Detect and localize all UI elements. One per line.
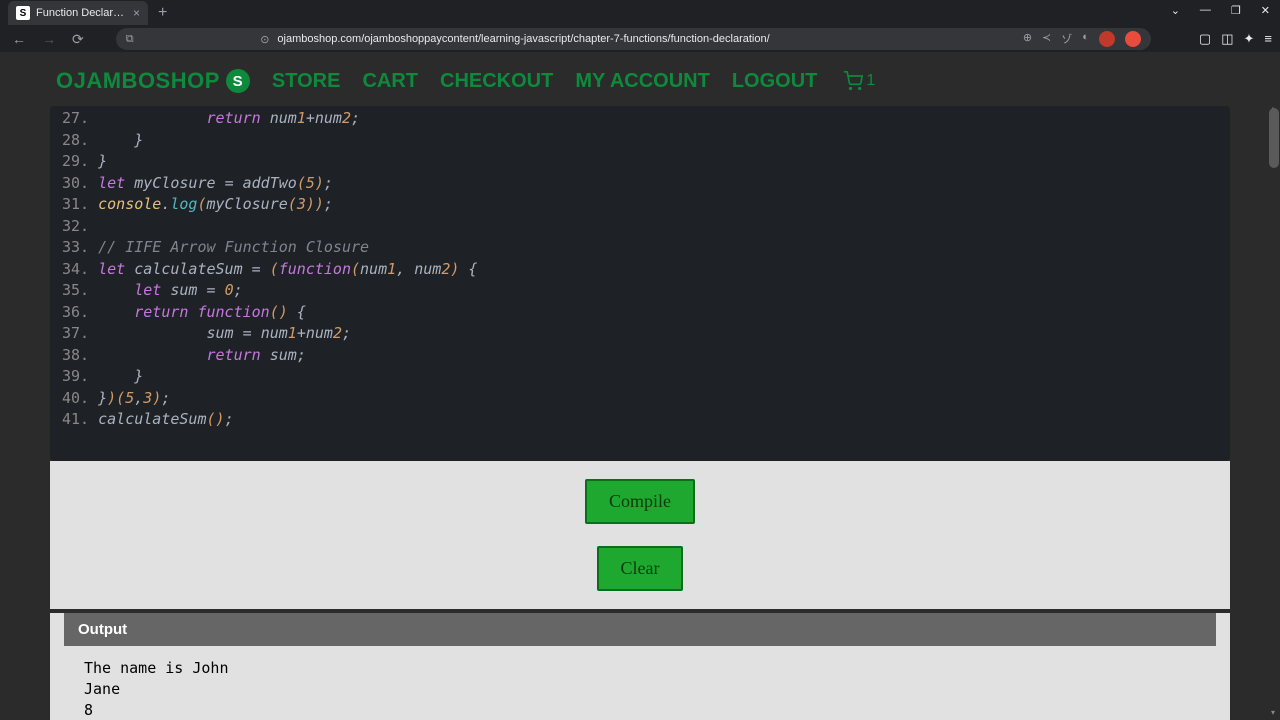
browser-chrome: S Function Declaration - Ojam × + ⌄ — ❐ … xyxy=(0,0,1280,52)
url-actions: ⊕ ≺ ゾ ◐ xyxy=(1023,31,1141,47)
sparkle-icon[interactable]: ✦ xyxy=(1244,31,1255,47)
content-area: 27. return num1+num2;28. }29. }30. let m… xyxy=(0,106,1280,720)
nav-cart[interactable]: CART xyxy=(362,70,418,93)
scrollbar-thumb[interactable] xyxy=(1269,108,1279,168)
menu-icon[interactable]: ≡ xyxy=(1264,31,1272,47)
zoom-icon[interactable]: ⊕ xyxy=(1023,31,1032,47)
output-header: Output xyxy=(64,613,1216,646)
extension-badge-2[interactable] xyxy=(1125,31,1141,47)
scroll-down-icon[interactable]: ▾ xyxy=(1268,708,1278,718)
scrollbar-track[interactable]: ▴ ▾ xyxy=(1268,52,1280,720)
bookmark-icon[interactable]: ⧉ xyxy=(126,33,134,46)
tab-favicon: S xyxy=(16,6,30,20)
cart-widget[interactable]: 1 xyxy=(843,71,875,91)
code-line: 27. return num1+num2; xyxy=(62,108,1218,130)
new-tab-button[interactable]: + xyxy=(158,4,167,22)
code-editor[interactable]: 27. return num1+num2;28. }29. }30. let m… xyxy=(50,106,1230,461)
nav-logout[interactable]: LOGOUT xyxy=(732,70,818,93)
back-button[interactable]: ← xyxy=(8,29,30,49)
nav-myaccount[interactable]: MY ACCOUNT xyxy=(575,70,709,93)
sidebar-icon[interactable]: ◫ xyxy=(1221,31,1233,47)
reload-button[interactable]: ⟳ xyxy=(68,29,88,50)
code-line: 30. let myClosure = addTwo(5); xyxy=(62,173,1218,195)
output-line: 8 xyxy=(84,700,1196,720)
logo-text: OJAMBOSHOP xyxy=(56,68,220,94)
button-area: Compile Clear xyxy=(50,461,1230,609)
close-window-icon[interactable]: ✕ xyxy=(1255,2,1276,19)
compile-button[interactable]: Compile xyxy=(585,479,695,524)
panel-icon[interactable]: ▢ xyxy=(1199,31,1211,47)
code-line: 40. })(5,3); xyxy=(62,388,1218,410)
output-section: Output The name is JohnJane8 xyxy=(50,613,1230,720)
code-line: 28. } xyxy=(62,130,1218,152)
code-line: 34. let calculateSum = (function(num1, n… xyxy=(62,259,1218,281)
tab-title: Function Declaration - Ojam xyxy=(36,7,127,19)
output-line: The name is John xyxy=(84,658,1196,679)
cart-icon xyxy=(843,71,863,91)
cart-count: 1 xyxy=(866,72,875,90)
url-bar[interactable]: ⧉ ⊙ ojamboshop.com/ojamboshoppaycontent/… xyxy=(116,28,1151,50)
site-info-icon[interactable]: ⊙ xyxy=(260,33,269,46)
maximize-icon[interactable]: ❐ xyxy=(1225,2,1247,19)
nav-checkout[interactable]: CHECKOUT xyxy=(440,70,553,93)
forward-button[interactable]: → xyxy=(38,29,60,49)
code-line: 31. console.log(myClosure(3)); xyxy=(62,194,1218,216)
output-body: The name is JohnJane8 xyxy=(64,646,1216,720)
minimize-icon[interactable]: — xyxy=(1194,2,1217,19)
browser-tab[interactable]: S Function Declaration - Ojam × xyxy=(8,1,148,25)
url-text: ojamboshop.com/ojamboshoppaycontent/lear… xyxy=(277,33,1014,45)
window-controls: ⌄ — ❐ ✕ xyxy=(1165,2,1276,19)
toolbar-right: ▢ ◫ ✦ ≡ xyxy=(1199,31,1272,47)
nav-store[interactable]: STORE xyxy=(272,70,341,93)
code-line: 33. // IIFE Arrow Function Closure xyxy=(62,237,1218,259)
chevron-down-icon[interactable]: ⌄ xyxy=(1165,2,1186,19)
code-line: 32. xyxy=(62,216,1218,238)
code-line: 39. } xyxy=(62,366,1218,388)
code-line: 35. let sum = 0; xyxy=(62,280,1218,302)
shield-icon[interactable]: ◐ xyxy=(1082,31,1089,47)
browser-toolbar: ← → ⟳ ⧉ ⊙ ojamboshop.com/ojamboshoppayco… xyxy=(0,26,1280,52)
page-content: OJAMBOSHOP S STORE CART CHECKOUT MY ACCO… xyxy=(0,52,1280,720)
share-icon[interactable]: ≺ xyxy=(1042,31,1051,47)
code-line: 29. } xyxy=(62,151,1218,173)
site-header: OJAMBOSHOP S STORE CART CHECKOUT MY ACCO… xyxy=(0,52,1280,110)
tab-bar: S Function Declaration - Ojam × + ⌄ — ❐ … xyxy=(0,0,1280,26)
code-line: 37. sum = num1+num2; xyxy=(62,323,1218,345)
close-icon[interactable]: × xyxy=(133,6,140,20)
code-line: 38. return sum; xyxy=(62,345,1218,367)
output-line: Jane xyxy=(84,679,1196,700)
clear-button[interactable]: Clear xyxy=(597,546,684,591)
code-line: 41. calculateSum(); xyxy=(62,409,1218,431)
logo-badge: S xyxy=(226,69,250,93)
rss-icon[interactable]: ゾ xyxy=(1061,31,1072,47)
extension-badge-1[interactable] xyxy=(1099,31,1115,47)
code-line: 36. return function() { xyxy=(62,302,1218,324)
site-logo[interactable]: OJAMBOSHOP S xyxy=(56,68,250,94)
